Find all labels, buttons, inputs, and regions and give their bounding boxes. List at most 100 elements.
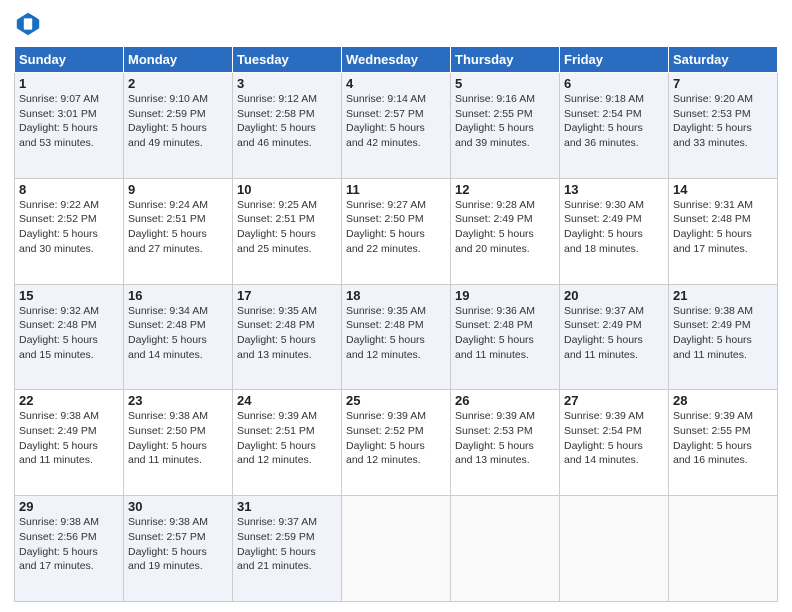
day-info: Sunrise: 9:16 AMSunset: 2:55 PMDaylight:… [455,92,555,151]
header [14,10,778,38]
day-info: Sunrise: 9:39 AMSunset: 2:55 PMDaylight:… [673,409,773,468]
day-number: 31 [237,499,337,514]
day-info: Sunrise: 9:39 AMSunset: 2:52 PMDaylight:… [346,409,446,468]
day-number: 9 [128,182,228,197]
calendar-cell: 22Sunrise: 9:38 AMSunset: 2:49 PMDayligh… [15,390,124,496]
logo [14,10,46,38]
day-info: Sunrise: 9:38 AMSunset: 2:49 PMDaylight:… [673,304,773,363]
day-number: 4 [346,76,446,91]
day-number: 3 [237,76,337,91]
day-info: Sunrise: 9:22 AMSunset: 2:52 PMDaylight:… [19,198,119,257]
calendar-cell: 12Sunrise: 9:28 AMSunset: 2:49 PMDayligh… [451,178,560,284]
day-info: Sunrise: 9:39 AMSunset: 2:51 PMDaylight:… [237,409,337,468]
week-row-4: 22Sunrise: 9:38 AMSunset: 2:49 PMDayligh… [15,390,778,496]
calendar-cell: 11Sunrise: 9:27 AMSunset: 2:50 PMDayligh… [342,178,451,284]
day-info: Sunrise: 9:27 AMSunset: 2:50 PMDaylight:… [346,198,446,257]
day-number: 8 [19,182,119,197]
day-info: Sunrise: 9:32 AMSunset: 2:48 PMDaylight:… [19,304,119,363]
calendar-cell: 3Sunrise: 9:12 AMSunset: 2:58 PMDaylight… [233,73,342,179]
day-number: 7 [673,76,773,91]
day-info: Sunrise: 9:18 AMSunset: 2:54 PMDaylight:… [564,92,664,151]
calendar-cell: 17Sunrise: 9:35 AMSunset: 2:48 PMDayligh… [233,284,342,390]
day-number: 15 [19,288,119,303]
day-info: Sunrise: 9:37 AMSunset: 2:59 PMDaylight:… [237,515,337,574]
calendar-cell: 31Sunrise: 9:37 AMSunset: 2:59 PMDayligh… [233,496,342,602]
day-number: 26 [455,393,555,408]
calendar-cell: 8Sunrise: 9:22 AMSunset: 2:52 PMDaylight… [15,178,124,284]
calendar-cell: 18Sunrise: 9:35 AMSunset: 2:48 PMDayligh… [342,284,451,390]
calendar-cell: 10Sunrise: 9:25 AMSunset: 2:51 PMDayligh… [233,178,342,284]
calendar-cell: 24Sunrise: 9:39 AMSunset: 2:51 PMDayligh… [233,390,342,496]
calendar-body: 1Sunrise: 9:07 AMSunset: 3:01 PMDaylight… [15,73,778,602]
calendar-cell: 6Sunrise: 9:18 AMSunset: 2:54 PMDaylight… [560,73,669,179]
day-number: 25 [346,393,446,408]
day-number: 10 [237,182,337,197]
day-info: Sunrise: 9:25 AMSunset: 2:51 PMDaylight:… [237,198,337,257]
day-info: Sunrise: 9:35 AMSunset: 2:48 PMDaylight:… [346,304,446,363]
calendar-cell: 20Sunrise: 9:37 AMSunset: 2:49 PMDayligh… [560,284,669,390]
calendar-cell: 4Sunrise: 9:14 AMSunset: 2:57 PMDaylight… [342,73,451,179]
day-number: 18 [346,288,446,303]
col-header-friday: Friday [560,47,669,73]
day-info: Sunrise: 9:39 AMSunset: 2:54 PMDaylight:… [564,409,664,468]
col-header-saturday: Saturday [669,47,778,73]
day-number: 13 [564,182,664,197]
day-info: Sunrise: 9:20 AMSunset: 2:53 PMDaylight:… [673,92,773,151]
day-number: 27 [564,393,664,408]
calendar-cell: 30Sunrise: 9:38 AMSunset: 2:57 PMDayligh… [124,496,233,602]
calendar-cell: 28Sunrise: 9:39 AMSunset: 2:55 PMDayligh… [669,390,778,496]
day-info: Sunrise: 9:38 AMSunset: 2:57 PMDaylight:… [128,515,228,574]
calendar-cell: 16Sunrise: 9:34 AMSunset: 2:48 PMDayligh… [124,284,233,390]
logo-icon [14,10,42,38]
calendar-cell: 23Sunrise: 9:38 AMSunset: 2:50 PMDayligh… [124,390,233,496]
col-header-thursday: Thursday [451,47,560,73]
calendar-cell [560,496,669,602]
day-info: Sunrise: 9:30 AMSunset: 2:49 PMDaylight:… [564,198,664,257]
calendar-cell [669,496,778,602]
week-row-1: 1Sunrise: 9:07 AMSunset: 3:01 PMDaylight… [15,73,778,179]
day-info: Sunrise: 9:34 AMSunset: 2:48 PMDaylight:… [128,304,228,363]
day-number: 22 [19,393,119,408]
day-info: Sunrise: 9:38 AMSunset: 2:49 PMDaylight:… [19,409,119,468]
day-number: 12 [455,182,555,197]
calendar-cell: 1Sunrise: 9:07 AMSunset: 3:01 PMDaylight… [15,73,124,179]
day-number: 1 [19,76,119,91]
col-header-monday: Monday [124,47,233,73]
week-row-2: 8Sunrise: 9:22 AMSunset: 2:52 PMDaylight… [15,178,778,284]
col-header-tuesday: Tuesday [233,47,342,73]
day-number: 11 [346,182,446,197]
day-info: Sunrise: 9:07 AMSunset: 3:01 PMDaylight:… [19,92,119,151]
calendar-cell [451,496,560,602]
day-number: 16 [128,288,228,303]
page: SundayMondayTuesdayWednesdayThursdayFrid… [0,0,792,612]
day-number: 24 [237,393,337,408]
day-number: 2 [128,76,228,91]
day-info: Sunrise: 9:28 AMSunset: 2:49 PMDaylight:… [455,198,555,257]
calendar-cell: 7Sunrise: 9:20 AMSunset: 2:53 PMDaylight… [669,73,778,179]
day-number: 17 [237,288,337,303]
day-number: 6 [564,76,664,91]
calendar-cell: 29Sunrise: 9:38 AMSunset: 2:56 PMDayligh… [15,496,124,602]
calendar-cell: 13Sunrise: 9:30 AMSunset: 2:49 PMDayligh… [560,178,669,284]
day-number: 30 [128,499,228,514]
day-number: 29 [19,499,119,514]
calendar-cell: 14Sunrise: 9:31 AMSunset: 2:48 PMDayligh… [669,178,778,284]
calendar-cell: 15Sunrise: 9:32 AMSunset: 2:48 PMDayligh… [15,284,124,390]
calendar-cell: 26Sunrise: 9:39 AMSunset: 2:53 PMDayligh… [451,390,560,496]
calendar-cell: 27Sunrise: 9:39 AMSunset: 2:54 PMDayligh… [560,390,669,496]
day-info: Sunrise: 9:10 AMSunset: 2:59 PMDaylight:… [128,92,228,151]
calendar-cell: 25Sunrise: 9:39 AMSunset: 2:52 PMDayligh… [342,390,451,496]
calendar-cell [342,496,451,602]
week-row-3: 15Sunrise: 9:32 AMSunset: 2:48 PMDayligh… [15,284,778,390]
day-info: Sunrise: 9:37 AMSunset: 2:49 PMDaylight:… [564,304,664,363]
day-info: Sunrise: 9:12 AMSunset: 2:58 PMDaylight:… [237,92,337,151]
day-number: 28 [673,393,773,408]
day-info: Sunrise: 9:36 AMSunset: 2:48 PMDaylight:… [455,304,555,363]
day-info: Sunrise: 9:35 AMSunset: 2:48 PMDaylight:… [237,304,337,363]
calendar-cell: 19Sunrise: 9:36 AMSunset: 2:48 PMDayligh… [451,284,560,390]
day-info: Sunrise: 9:24 AMSunset: 2:51 PMDaylight:… [128,198,228,257]
calendar-header-row: SundayMondayTuesdayWednesdayThursdayFrid… [15,47,778,73]
day-number: 19 [455,288,555,303]
col-header-wednesday: Wednesday [342,47,451,73]
calendar-cell: 2Sunrise: 9:10 AMSunset: 2:59 PMDaylight… [124,73,233,179]
